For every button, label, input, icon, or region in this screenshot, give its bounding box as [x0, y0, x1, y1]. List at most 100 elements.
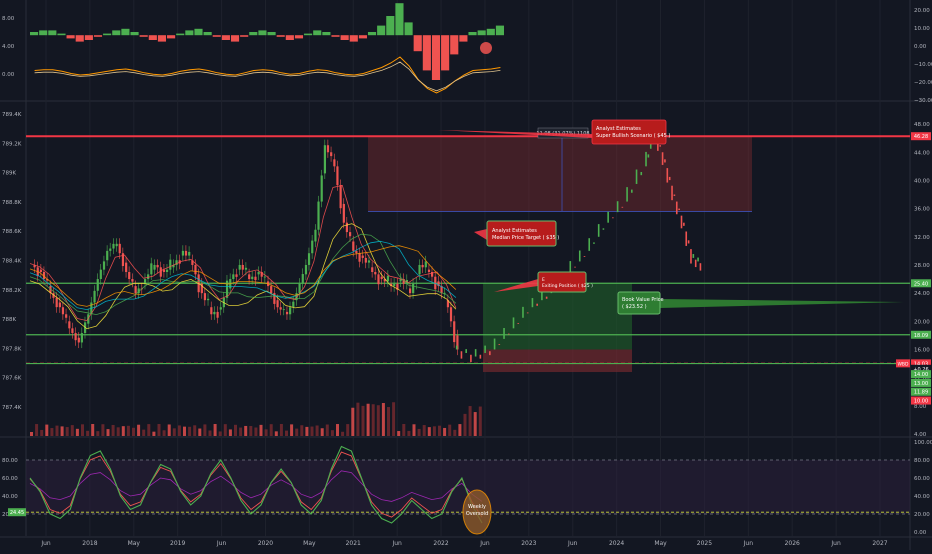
volume-bar	[162, 430, 166, 436]
volume-bar	[177, 425, 181, 436]
volume-bar	[422, 425, 426, 436]
candle-body	[307, 253, 311, 265]
x-tick-label: May	[303, 540, 316, 547]
osc-bar	[413, 35, 422, 52]
candle-body	[393, 283, 396, 287]
volume-bar	[310, 426, 314, 436]
candle-body	[412, 283, 415, 294]
osc-bar	[212, 35, 221, 37]
osc-right-tick: 10.00	[914, 26, 930, 32]
osc-bar	[386, 16, 395, 36]
candle-body	[364, 257, 367, 263]
volume-bar	[254, 427, 258, 436]
candle-body	[342, 203, 345, 223]
volume-bar	[346, 424, 350, 436]
candle-body	[421, 264, 424, 268]
volume-bar	[65, 427, 69, 436]
price-tag-label: 18.09	[914, 333, 928, 339]
osc-bar	[294, 35, 304, 39]
candle-body	[77, 337, 80, 343]
price-right-tick: 28.00	[914, 263, 930, 269]
volume-bar	[269, 424, 273, 436]
candle-body	[131, 279, 134, 282]
osc-bar	[340, 35, 349, 40]
volume-bar	[427, 427, 431, 436]
volume-bar	[448, 424, 452, 436]
projection-candle	[569, 261, 572, 272]
oversold-text-2: Oversold	[466, 511, 488, 517]
projection-candle	[685, 231, 688, 246]
x-tick-label: 2018	[82, 540, 97, 547]
candle-body	[285, 311, 289, 315]
x-tick-label: 2027	[872, 540, 887, 547]
osc-bar	[194, 28, 203, 36]
candle-body	[213, 311, 216, 315]
candle-body	[150, 263, 153, 275]
candle-body	[367, 260, 371, 263]
volume-bar	[239, 427, 243, 436]
price-left-tick: 787.4K	[2, 405, 22, 411]
super-bullish-box	[591, 119, 667, 145]
x-tick-label: May	[654, 540, 667, 547]
volume-bar	[81, 424, 84, 436]
candle-body	[254, 276, 257, 281]
candle-body	[371, 267, 374, 272]
projection-candle	[635, 169, 638, 184]
candle-body	[349, 232, 352, 237]
price-right-tick: 44.00	[914, 150, 930, 156]
price-right-tick: 40.00	[914, 178, 930, 184]
candle-body	[68, 321, 71, 329]
volume-bar	[70, 425, 74, 436]
volume-bar	[218, 431, 222, 436]
candle-body	[453, 321, 456, 343]
rsi-right-tick: 100.00	[914, 440, 932, 446]
candle-body	[449, 307, 453, 322]
candle-body	[102, 261, 106, 270]
candle-body	[282, 309, 285, 311]
candle-body	[93, 290, 96, 303]
volume-bar	[203, 424, 207, 436]
projection-candle	[602, 228, 605, 230]
osc-bar	[395, 3, 404, 36]
super-bullish-text: Analyst Estimates	[596, 126, 641, 132]
osc-bar	[276, 35, 285, 37]
osc-bar	[139, 35, 148, 37]
price-right-tick: 36.00	[914, 207, 930, 213]
rsi-lower-tag: 24.45	[10, 510, 24, 516]
osc-right-tick: −20.00	[914, 80, 932, 86]
x-tick-label: 2023	[521, 540, 536, 547]
volume-bar	[111, 424, 115, 436]
volume-bar	[183, 426, 186, 436]
osc-bar	[486, 28, 495, 36]
projection-candle	[470, 354, 472, 363]
volume-bar	[417, 428, 421, 436]
x-tick-label: 2026	[785, 540, 800, 547]
candle-body	[203, 293, 207, 301]
volume-bar	[86, 430, 90, 436]
volume-bar	[285, 430, 288, 436]
osc-bar	[148, 35, 157, 40]
projection-candle	[455, 345, 458, 350]
volume-bar	[432, 426, 436, 436]
osc-bar	[431, 35, 441, 80]
osc-left-tick: 0.00	[2, 72, 15, 78]
candle-body	[219, 307, 222, 310]
price-left-tick: 789.2K	[2, 141, 22, 147]
osc-bar	[39, 30, 48, 36]
osc-bar	[66, 35, 75, 39]
rsi-right-tick: 60.00	[914, 476, 930, 482]
volume-bar	[167, 424, 171, 436]
projection-candle	[616, 201, 619, 213]
volume-bar	[279, 424, 283, 436]
osc-bar	[57, 33, 66, 36]
candle-body	[427, 269, 431, 272]
x-tick-label: Jun	[567, 540, 578, 547]
chart-svg: Jun 2018 May 2019 Jun 2020 May 2021 Jun 2022 Jun 20…	[0, 0, 932, 550]
candle-body	[232, 274, 235, 280]
candle-body	[270, 286, 273, 294]
x-tick-label: Jun	[391, 540, 402, 547]
volume-bar	[142, 429, 146, 436]
projection-candle	[465, 349, 467, 353]
volume-bar	[412, 424, 416, 436]
volume-bar	[453, 429, 457, 436]
